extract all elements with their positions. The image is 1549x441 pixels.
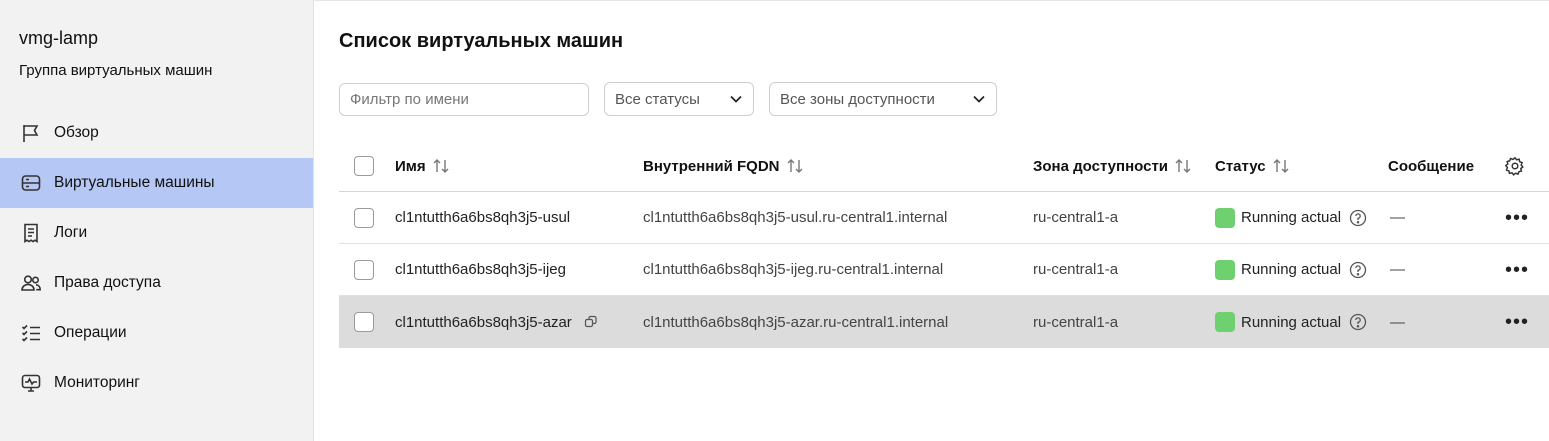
- more-actions-icon[interactable]: •••: [1505, 312, 1529, 332]
- vm-status: Running actual: [1215, 244, 1367, 295]
- column-status-header[interactable]: Статус: [1215, 141, 1290, 191]
- monitor-icon: [20, 372, 42, 394]
- sidebar-item-overview[interactable]: Обзор: [0, 108, 313, 158]
- column-label: Имя: [395, 157, 426, 175]
- help-icon[interactable]: [1349, 261, 1367, 279]
- sidebar-item-label: Виртуальные машины: [54, 174, 215, 191]
- status-text: Running actual: [1241, 261, 1342, 278]
- chevron-down-icon: [730, 95, 742, 103]
- column-label: Внутренний FQDN: [643, 157, 780, 175]
- zone-select[interactable]: Все зоны доступности: [769, 82, 997, 116]
- vm-name[interactable]: cl1ntutth6a6bs8qh3j5-usul: [395, 192, 570, 243]
- select-all-checkbox[interactable]: [354, 156, 374, 176]
- sidebar-item-access[interactable]: Права доступа: [0, 258, 313, 308]
- top-border: [313, 0, 1549, 3]
- column-label: Сообщение: [1388, 157, 1475, 175]
- gear-icon: [1505, 156, 1524, 176]
- sort-icon: [1273, 159, 1289, 173]
- vm-message: —: [1390, 209, 1405, 226]
- column-message-header: Сообщение: [1388, 141, 1474, 191]
- sidebar-item-logs[interactable]: Логи: [0, 208, 313, 258]
- help-icon[interactable]: [1349, 313, 1367, 331]
- help-icon[interactable]: [1349, 209, 1367, 227]
- page-title: Список виртуальных машин: [339, 30, 624, 52]
- sidebar-item-label: Обзор: [54, 124, 99, 141]
- row-checkbox[interactable]: [354, 312, 374, 332]
- sidebar-item-label: Права доступа: [54, 274, 161, 291]
- sidebar-item-monitoring[interactable]: Мониторинг: [0, 358, 313, 408]
- vm-fqdn: cl1ntutth6a6bs8qh3j5-azar.ru-central1.in…: [643, 313, 949, 331]
- group-type: Группа виртуальных машин: [19, 62, 213, 79]
- name-filter-input[interactable]: [339, 83, 589, 116]
- sidebar-item-label: Операции: [54, 324, 127, 341]
- table-header: Имя Внутренний FQDN Зона доступности Ста…: [339, 141, 1549, 192]
- status-indicator: [1215, 312, 1235, 332]
- receipt-icon: [20, 222, 42, 244]
- vm-status: Running actual: [1215, 192, 1367, 243]
- row-checkbox[interactable]: [354, 259, 374, 280]
- vm-message: —: [1390, 261, 1405, 278]
- column-settings[interactable]: [1505, 141, 1525, 191]
- zone-select-value: Все зоны доступности: [780, 90, 935, 108]
- sidebar-item-virtual-machines[interactable]: Виртуальные машины: [0, 158, 313, 208]
- table-row[interactable]: cl1ntutth6a6bs8qh3j5-usul cl1ntutth6a6bs…: [339, 192, 1549, 244]
- column-zone-header[interactable]: Зона доступности: [1033, 141, 1192, 191]
- sidebar-item-label: Мониторинг: [54, 374, 140, 391]
- copy-icon[interactable]: [584, 315, 598, 329]
- vm-zone: ru-central1-a: [1033, 313, 1119, 331]
- status-text: Running actual: [1241, 209, 1342, 226]
- vm-name[interactable]: cl1ntutth6a6bs8qh3j5-ijeg: [395, 244, 566, 295]
- server-icon: [20, 172, 42, 194]
- status-select[interactable]: Все статусы: [604, 82, 754, 116]
- sidebar-item-label: Логи: [54, 224, 88, 241]
- sidebar: vmg-lamp Группа виртуальных машин Обзор …: [0, 0, 314, 441]
- vm-zone: ru-central1-a: [1033, 261, 1119, 278]
- status-indicator: [1215, 259, 1235, 280]
- column-label: Статус: [1215, 157, 1266, 175]
- column-name-header[interactable]: Имя: [395, 141, 450, 191]
- more-actions-icon[interactable]: •••: [1505, 208, 1529, 228]
- group-name: vmg-lamp: [19, 28, 99, 48]
- column-fqdn-header[interactable]: Внутренний FQDN: [643, 141, 804, 191]
- vm-zone: ru-central1-a: [1033, 209, 1119, 226]
- status-select-value: Все статусы: [615, 90, 700, 108]
- vm-message: —: [1390, 313, 1405, 331]
- vm-fqdn: cl1ntutth6a6bs8qh3j5-ijeg.ru-central1.in…: [643, 261, 944, 278]
- vm-name[interactable]: cl1ntutth6a6bs8qh3j5-azar: [395, 314, 572, 331]
- more-actions-icon[interactable]: •••: [1505, 260, 1529, 280]
- vm-table: Имя Внутренний FQDN Зона доступности Ста…: [339, 141, 1549, 348]
- flag-icon: [20, 122, 42, 144]
- row-checkbox[interactable]: [354, 207, 374, 228]
- vm-status: Running actual: [1215, 296, 1367, 348]
- chevron-down-icon: [973, 95, 985, 103]
- checklist-icon: [20, 322, 42, 344]
- vm-fqdn: cl1ntutth6a6bs8qh3j5-usul.ru-central1.in…: [643, 209, 948, 226]
- users-icon: [20, 272, 42, 294]
- status-indicator: [1215, 207, 1235, 228]
- vm-name-cell[interactable]: cl1ntutth6a6bs8qh3j5-azar: [395, 296, 598, 348]
- sort-icon: [433, 159, 449, 173]
- status-text: Running actual: [1241, 313, 1342, 331]
- sidebar-item-operations[interactable]: Операции: [0, 308, 313, 358]
- table-row[interactable]: cl1ntutth6a6bs8qh3j5-azar cl1ntutth6a6bs…: [339, 296, 1549, 348]
- sort-icon: [787, 159, 802, 173]
- sort-icon: [1175, 159, 1191, 173]
- column-label: Зона доступности: [1033, 157, 1169, 175]
- table-row[interactable]: cl1ntutth6a6bs8qh3j5-ijeg cl1ntutth6a6bs…: [339, 244, 1549, 296]
- sidebar-nav: Обзор Виртуальные машины Логи Права дост…: [0, 108, 313, 408]
